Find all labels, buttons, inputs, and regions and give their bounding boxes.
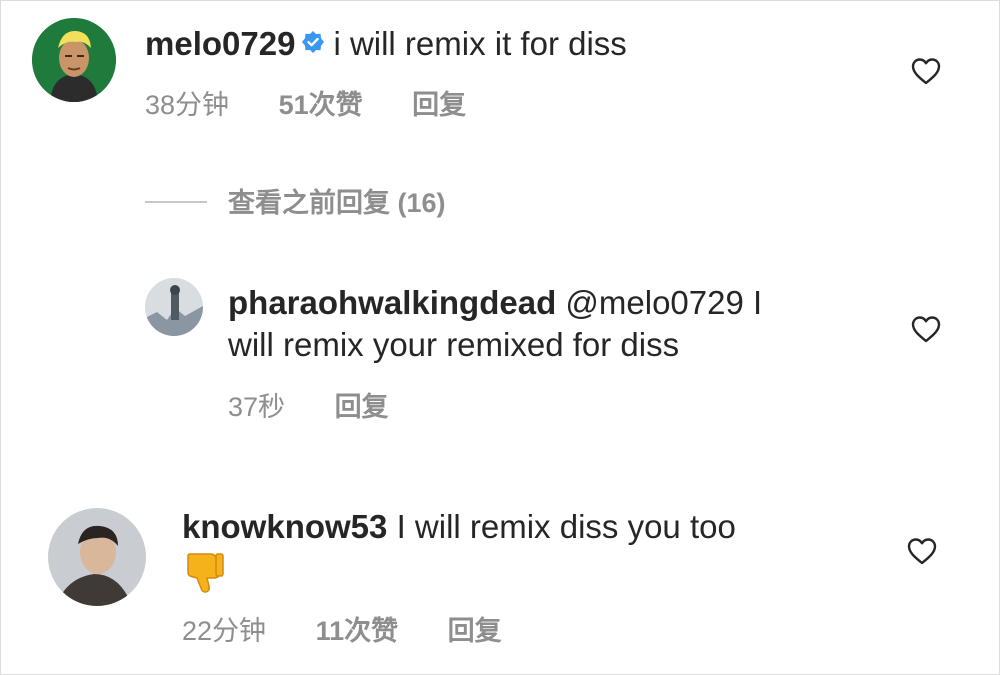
- comment-3-time: 22分钟: [182, 616, 267, 646]
- comment-1-body: melo0729 i will remix it for diss: [145, 24, 627, 66]
- heart-outline-icon[interactable]: [910, 56, 942, 91]
- comment-3-body: knowknow53 I will remix diss you too: [182, 507, 736, 547]
- thumbs-down-emoji: [182, 550, 226, 599]
- reply-1-meta: 37秒 回复: [228, 390, 431, 424]
- comment-1-text: i will remix it for diss: [333, 25, 627, 62]
- avatar-melo0729[interactable]: [32, 18, 116, 102]
- reply-1-time: 37秒: [228, 392, 286, 422]
- comment-1-meta: 38分钟 51次赞 回复: [145, 88, 508, 122]
- heart-outline-icon[interactable]: [906, 536, 938, 571]
- comment-3-likes[interactable]: 11次赞: [316, 616, 399, 646]
- comment-3-text: I will remix diss you too: [396, 508, 736, 545]
- reply-1-mention[interactable]: @melo0729: [565, 284, 743, 321]
- replies-divider: [145, 201, 207, 203]
- comment-1-time: 38分钟: [145, 90, 230, 120]
- comment-3-meta: 22分钟 11次赞 回复: [182, 614, 544, 648]
- comment-3-username[interactable]: knowknow53: [182, 508, 387, 545]
- avatar-pharaohwalkingdead[interactable]: [145, 278, 203, 336]
- comment-3-reply-button[interactable]: 回复: [448, 616, 502, 646]
- view-previous-replies-button[interactable]: 查看之前回复 (16): [228, 186, 446, 220]
- avatar-photo: [145, 278, 203, 336]
- heart-outline-icon[interactable]: [910, 314, 942, 349]
- comment-1-reply-button[interactable]: 回复: [412, 90, 466, 120]
- reply-1-line2: will remix your remixed for diss: [228, 326, 680, 363]
- avatar-photo: [48, 508, 146, 606]
- verified-badge-icon: [301, 23, 325, 63]
- comment-1-username[interactable]: melo0729: [145, 25, 295, 62]
- avatar-illustration: [32, 18, 116, 102]
- avatar-knowknow53[interactable]: [48, 508, 146, 606]
- reply-1-username[interactable]: pharaohwalkingdead: [228, 284, 556, 321]
- reply-1-text-start: I: [753, 284, 763, 321]
- reply-1-line1: pharaohwalkingdead @melo0729 I: [228, 283, 762, 323]
- comment-1-likes[interactable]: 51次赞: [279, 90, 363, 120]
- reply-1-reply-button[interactable]: 回复: [335, 392, 389, 422]
